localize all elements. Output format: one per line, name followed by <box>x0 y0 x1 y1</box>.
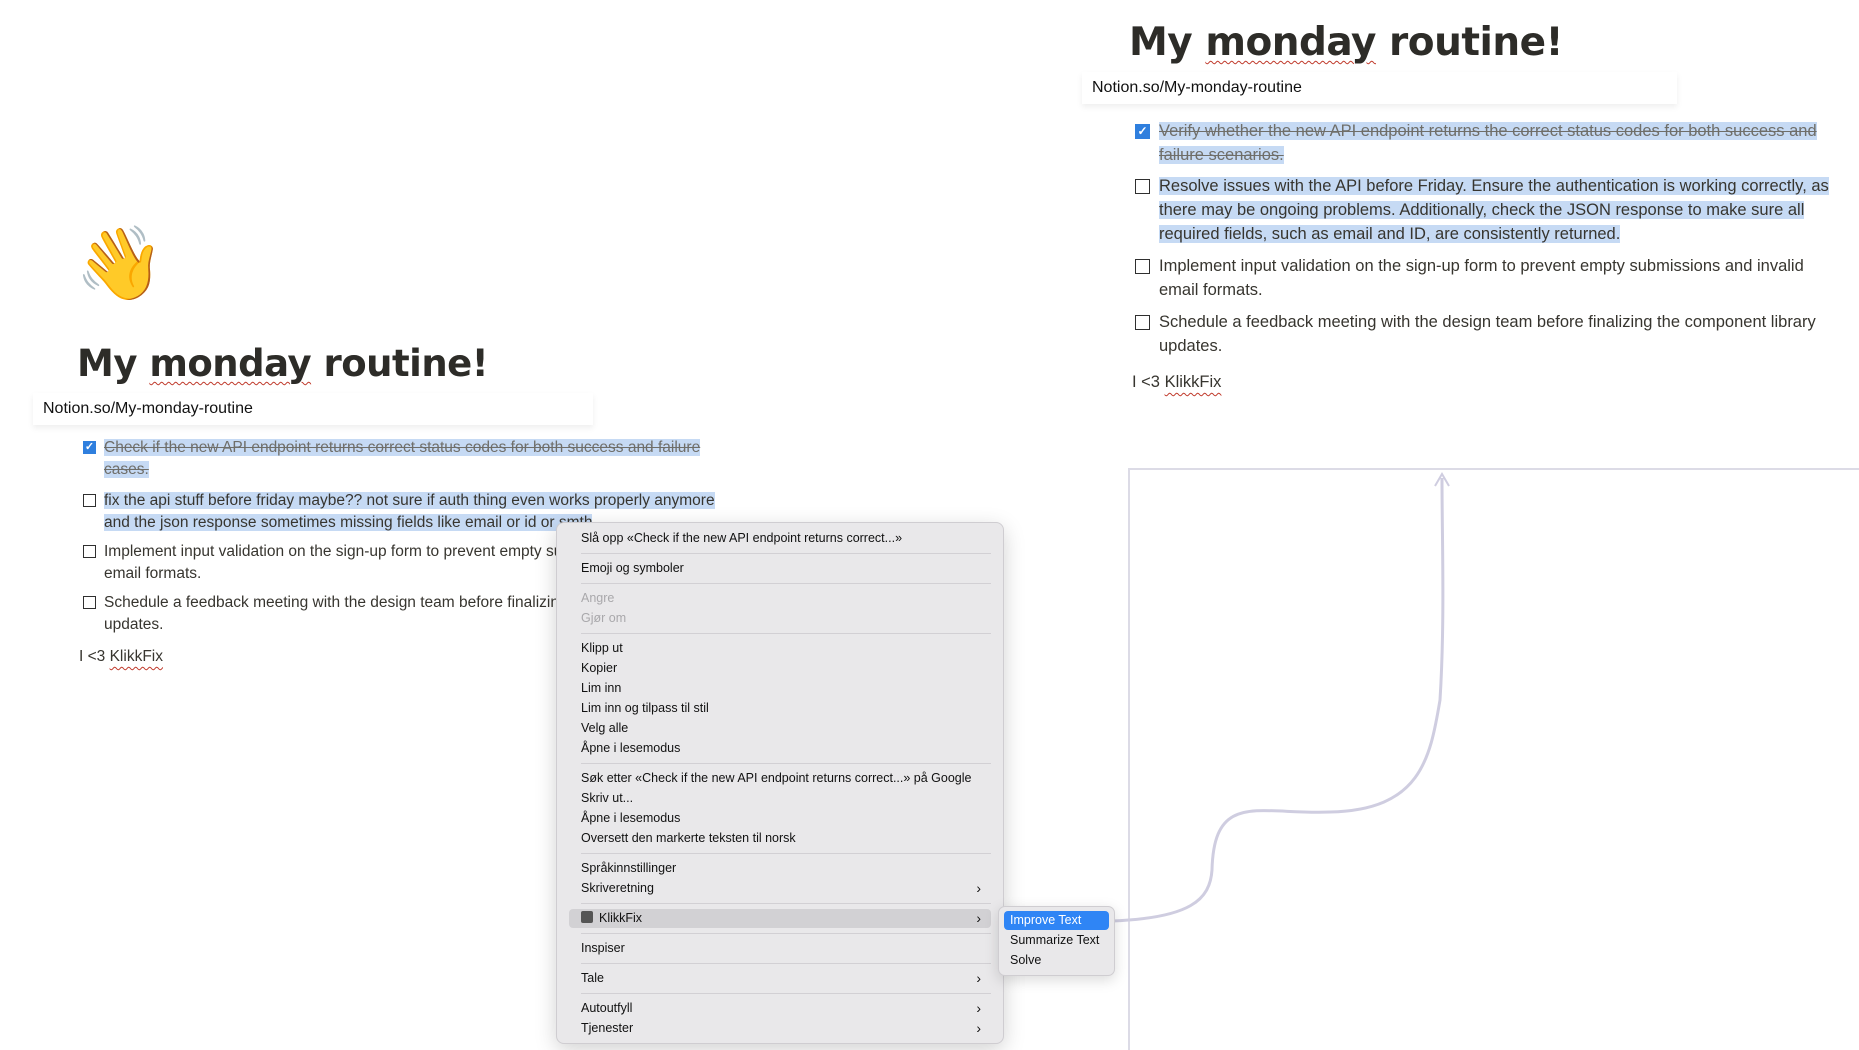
menu-separator <box>581 853 991 854</box>
menu-item-label: KlikkFix <box>599 911 643 925</box>
menu-separator <box>581 553 991 554</box>
menu-item-select-all[interactable]: Velg alle <box>569 719 991 738</box>
chevron-right-icon: › <box>976 970 981 986</box>
menu-separator <box>581 763 991 764</box>
klikkfix-submenu: Improve Text Summarize Text Solve <box>998 906 1115 976</box>
menu-separator <box>581 633 991 634</box>
menu-item-undo: Angre <box>581 591 615 605</box>
submenu-item-improve-text[interactable]: Improve Text <box>1004 911 1109 930</box>
menu-item-search-google[interactable]: Søk etter «Check if the new API endpoint… <box>569 769 991 788</box>
menu-item-language[interactable]: Språkinnstillinger <box>569 859 991 878</box>
menu-item-paste[interactable]: Lim inn <box>569 679 991 698</box>
submenu-item-summarize-text[interactable]: Summarize Text <box>1004 931 1109 950</box>
menu-item-reader-mode[interactable]: Åpne i lesemodus <box>569 739 991 758</box>
menu-separator <box>581 933 991 934</box>
menu-item-inspect[interactable]: Inspiser <box>569 939 991 958</box>
context-menu: Slå opp «Check if the new API endpoint r… <box>556 522 1004 1044</box>
menu-separator <box>581 963 991 964</box>
menu-item-klikkfix[interactable]: KlikkFix › <box>569 909 991 928</box>
menu-item-copy[interactable]: Kopier <box>569 659 991 678</box>
menu-item-writing-direction[interactable]: Skriveretning › <box>569 879 991 898</box>
chevron-right-icon: › <box>976 1020 981 1036</box>
chevron-right-icon: › <box>976 880 981 896</box>
menu-item-services[interactable]: Tjenester › <box>569 1019 991 1038</box>
chevron-right-icon: › <box>976 910 981 926</box>
menu-item-label: Tale <box>581 971 604 985</box>
menu-item-label: Skriveretning <box>581 881 654 895</box>
menu-item-label: Autoutfyll <box>581 1001 633 1015</box>
menu-item-autofill[interactable]: Autoutfyll › <box>569 999 991 1018</box>
menu-separator <box>581 583 991 584</box>
menu-item-speech[interactable]: Tale › <box>569 969 991 988</box>
menu-item-translate[interactable]: Oversett den markerte teksten til norsk <box>569 829 991 848</box>
menu-item-label: Tjenester <box>581 1021 634 1035</box>
menu-item-paste-style[interactable]: Lim inn og tilpass til stil <box>569 699 991 718</box>
chevron-right-icon: › <box>976 1000 981 1016</box>
menu-item-reader-mode-2[interactable]: Åpne i lesemodus <box>569 809 991 828</box>
menu-item-redo: Gjør om <box>581 611 627 625</box>
menu-separator <box>581 993 991 994</box>
menu-item-emoji[interactable]: Emoji og symboler <box>569 559 991 578</box>
menu-item-lookup[interactable]: Slå opp «Check if the new API endpoint r… <box>569 529 991 548</box>
menu-item-print[interactable]: Skriv ut... <box>569 789 991 808</box>
submenu-item-solve[interactable]: Solve <box>1004 951 1109 970</box>
puzzle-piece-icon <box>581 911 593 923</box>
menu-separator <box>581 903 991 904</box>
menu-item-cut[interactable]: Klipp ut <box>569 639 991 658</box>
